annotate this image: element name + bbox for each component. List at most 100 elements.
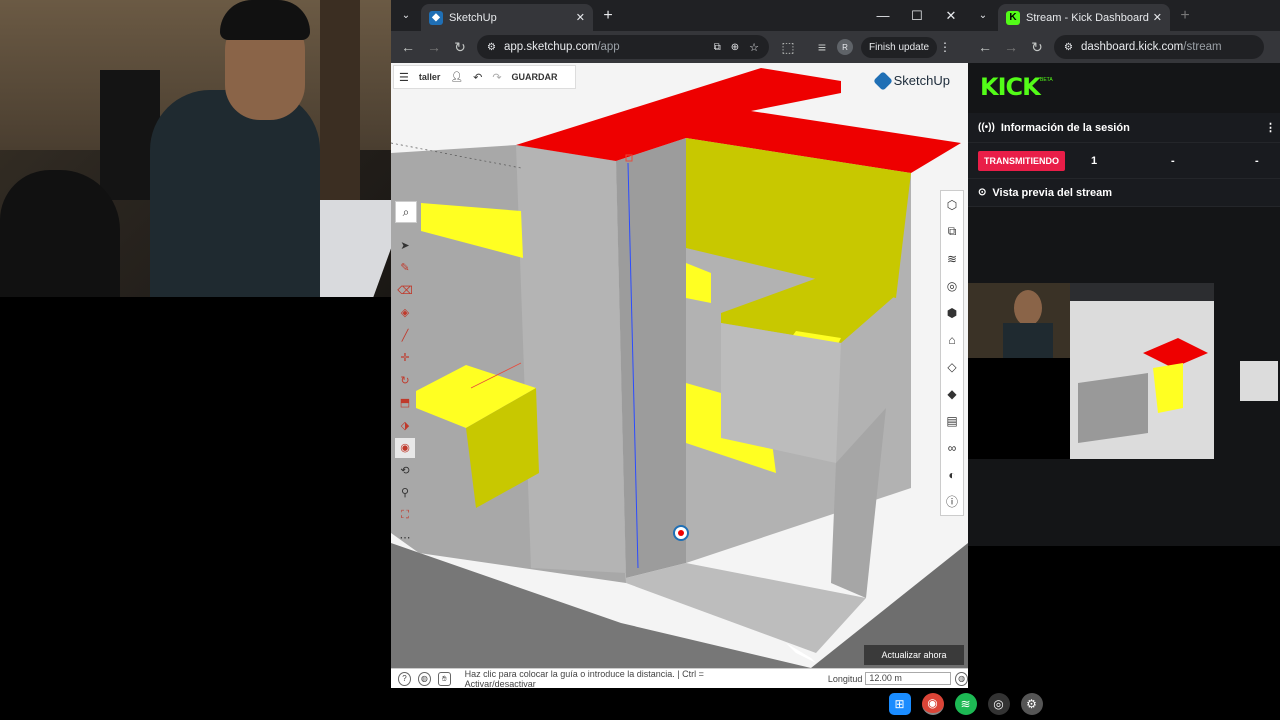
- help-icon[interactable]: ?: [398, 671, 411, 686]
- kick-back-icon[interactable]: ←: [972, 39, 998, 55]
- tab-kick-dashboard[interactable]: K Stream - Kick Dashboard ✕: [998, 4, 1170, 31]
- tab-close-icon[interactable]: ✕: [576, 11, 585, 24]
- kick-new-tab-icon[interactable]: +: [1170, 7, 1200, 25]
- profile-avatar[interactable]: R: [837, 39, 853, 55]
- update-now-button[interactable]: Actualizar ahora: [864, 645, 964, 665]
- sketchup-viewport[interactable]: ☰ taller 👤︎ ↶ ↷ GUARDAR SketchUp ⌕ ➤ ✎ ⌫…: [391, 63, 968, 668]
- display-icon[interactable]: ▤: [941, 407, 963, 434]
- forward-icon[interactable]: →: [421, 39, 447, 55]
- save-button[interactable]: GUARDAR: [512, 72, 558, 82]
- project-name[interactable]: taller: [419, 72, 441, 82]
- finish-update-button[interactable]: Finish update: [861, 36, 938, 58]
- reading-list-icon[interactable]: ≡: [809, 39, 835, 55]
- globe-icon[interactable]: ◍: [417, 671, 431, 686]
- session-menu-icon[interactable]: ⋮: [1265, 121, 1276, 134]
- kick-site-info-icon[interactable]: ⚙: [1064, 42, 1073, 53]
- reload-icon[interactable]: ↻: [447, 39, 473, 56]
- stream-preview-video[interactable]: [968, 283, 1280, 459]
- layers-icon[interactable]: ≋: [941, 245, 963, 272]
- kick-tab-close-icon[interactable]: ✕: [1153, 11, 1162, 24]
- preview-yellow: [1153, 363, 1183, 413]
- close-window-icon[interactable]: ✕: [934, 8, 968, 24]
- kick-reload-icon[interactable]: ↻: [1024, 39, 1050, 56]
- pencil-tool-icon[interactable]: ✎: [395, 258, 415, 278]
- zoom-tool-icon[interactable]: ⚲: [395, 483, 415, 503]
- kick-tab-search-icon[interactable]: ⌄: [968, 10, 998, 21]
- preview-icon: ⊙: [978, 187, 987, 198]
- select-tool-icon[interactable]: ➤: [395, 235, 415, 255]
- session-info-header: ((•)) Información de la sesión ⋮: [968, 113, 1280, 143]
- settings-icon[interactable]: ⚙: [1020, 693, 1043, 715]
- sketchup-logo-icon: [872, 70, 893, 91]
- windows-icon[interactable]: ⊞: [888, 693, 911, 715]
- length-input[interactable]: 12.00 m: [865, 672, 952, 685]
- zoom-icon[interactable]: ⊕: [731, 42, 739, 53]
- shadows-icon[interactable]: ◐: [941, 461, 963, 488]
- more-tools-icon[interactable]: ⋯: [395, 528, 415, 548]
- address-bar[interactable]: ⚙ app.sketchup.com/app ⧉ ⊕ ☆: [477, 35, 769, 59]
- units-icon[interactable]: ◍: [955, 671, 969, 686]
- viewer-count: 1: [1091, 154, 1098, 167]
- sketchup-top-toolbar: ☰ taller 👤︎ ↶ ↷ GUARDAR: [393, 65, 576, 89]
- paint-bucket-icon[interactable]: ◈: [395, 303, 415, 323]
- search-tool-icon[interactable]: ⌕: [395, 201, 417, 223]
- kick-tab-bar: ⌄ K Stream - Kick Dashboard ✕ +: [968, 0, 1280, 31]
- kick-nav-bar: ← → ↻ ⚙ dashboard.kick.com/stream: [968, 31, 1280, 63]
- outliner-icon[interactable]: ◆: [941, 380, 963, 407]
- rotate-tool-icon[interactable]: ↻: [395, 370, 415, 390]
- maximize-icon[interactable]: ☐: [900, 8, 934, 24]
- left-toolbar: ➤ ✎ ⌫ ◈ ╱ ✛ ↻ ⬒ ⬗ ◉ ⟲ ⚲ ⛶ ⋯: [395, 235, 417, 550]
- kick-url-path: /stream: [1183, 41, 1222, 53]
- taskbar: ⊞ ◉ ≋ ◎ ⚙: [883, 688, 1063, 720]
- bookmark-star-icon[interactable]: ☆: [749, 41, 759, 54]
- chrome-icon[interactable]: ◉: [921, 693, 944, 715]
- kick-logo[interactable]: KICK: [980, 73, 1041, 101]
- webcam-person-hair: [220, 0, 310, 40]
- redo-icon[interactable]: ↷: [492, 71, 501, 84]
- sketchup-favicon-icon: ◆: [429, 10, 443, 25]
- site-info-icon[interactable]: ⚙: [487, 42, 496, 53]
- minimize-icon[interactable]: —: [866, 8, 900, 24]
- glasses-icon[interactable]: ∞: [941, 434, 963, 461]
- tab-search-icon[interactable]: ⌄: [391, 10, 421, 21]
- components-icon[interactable]: ⧉: [941, 218, 963, 245]
- spotify-icon[interactable]: ≋: [954, 693, 977, 715]
- back-icon[interactable]: ←: [395, 39, 421, 55]
- model-canvas[interactable]: [391, 63, 968, 668]
- chrome-menu-icon[interactable]: ⋮: [939, 40, 951, 54]
- tab-sketchup[interactable]: ◆ SketchUp ✕: [421, 4, 593, 31]
- user-icon[interactable]: 👤︎: [450, 72, 463, 83]
- styles-icon[interactable]: ◎: [941, 272, 963, 299]
- install-icon[interactable]: ⧉: [714, 42, 721, 53]
- webcam-person-body: [150, 90, 320, 297]
- sketchup-logo: SketchUp: [872, 70, 950, 91]
- push-pull-icon[interactable]: ⬗: [395, 415, 415, 435]
- kick-tab-title: Stream - Kick Dashboard: [1026, 11, 1149, 24]
- move-tool-icon[interactable]: ✛: [395, 348, 415, 368]
- browser-window-sketchup: ⌄ ◆ SketchUp ✕ + — ☐ ✕ ← → ↻ ⚙ app.sketc…: [391, 0, 969, 689]
- new-tab-icon[interactable]: +: [593, 7, 623, 25]
- kick-url-host: dashboard.kick.com: [1080, 41, 1184, 53]
- obs-icon[interactable]: ◎: [987, 693, 1010, 715]
- kick-favicon-icon: K: [1006, 10, 1020, 25]
- undo-icon[interactable]: ↶: [473, 71, 482, 84]
- orbit-tool-icon[interactable]: ⟲: [395, 460, 415, 480]
- hand-icon[interactable]: ✋︎: [437, 671, 451, 686]
- materials-icon[interactable]: ◇: [941, 353, 963, 380]
- url-host: app.sketchup.com: [503, 41, 598, 53]
- entity-info-icon[interactable]: ⬡: [941, 191, 963, 218]
- info-icon[interactable]: ⓘ: [941, 488, 963, 515]
- scale-tool-icon[interactable]: ⬒: [395, 393, 415, 413]
- section-plane-icon[interactable]: ⛶: [395, 505, 415, 525]
- status-message: Haz clic para colocar la guía o introduc…: [464, 668, 704, 689]
- hamburger-menu-icon[interactable]: ☰: [399, 71, 409, 84]
- extensions-icon[interactable]: ⬚: [775, 39, 801, 56]
- kick-address-bar[interactable]: ⚙ dashboard.kick.com/stream: [1054, 35, 1264, 59]
- scenes-icon[interactable]: ⬢: [941, 299, 963, 326]
- preview-person-head: [1014, 290, 1042, 326]
- kick-forward-icon[interactable]: →: [998, 39, 1024, 55]
- 3d-warehouse-icon[interactable]: ⌂: [941, 326, 963, 353]
- tape-measure-icon[interactable]: ◉: [395, 437, 415, 458]
- eraser-tool-icon[interactable]: ⌫: [395, 280, 415, 300]
- line-tool-icon[interactable]: ╱: [395, 325, 415, 345]
